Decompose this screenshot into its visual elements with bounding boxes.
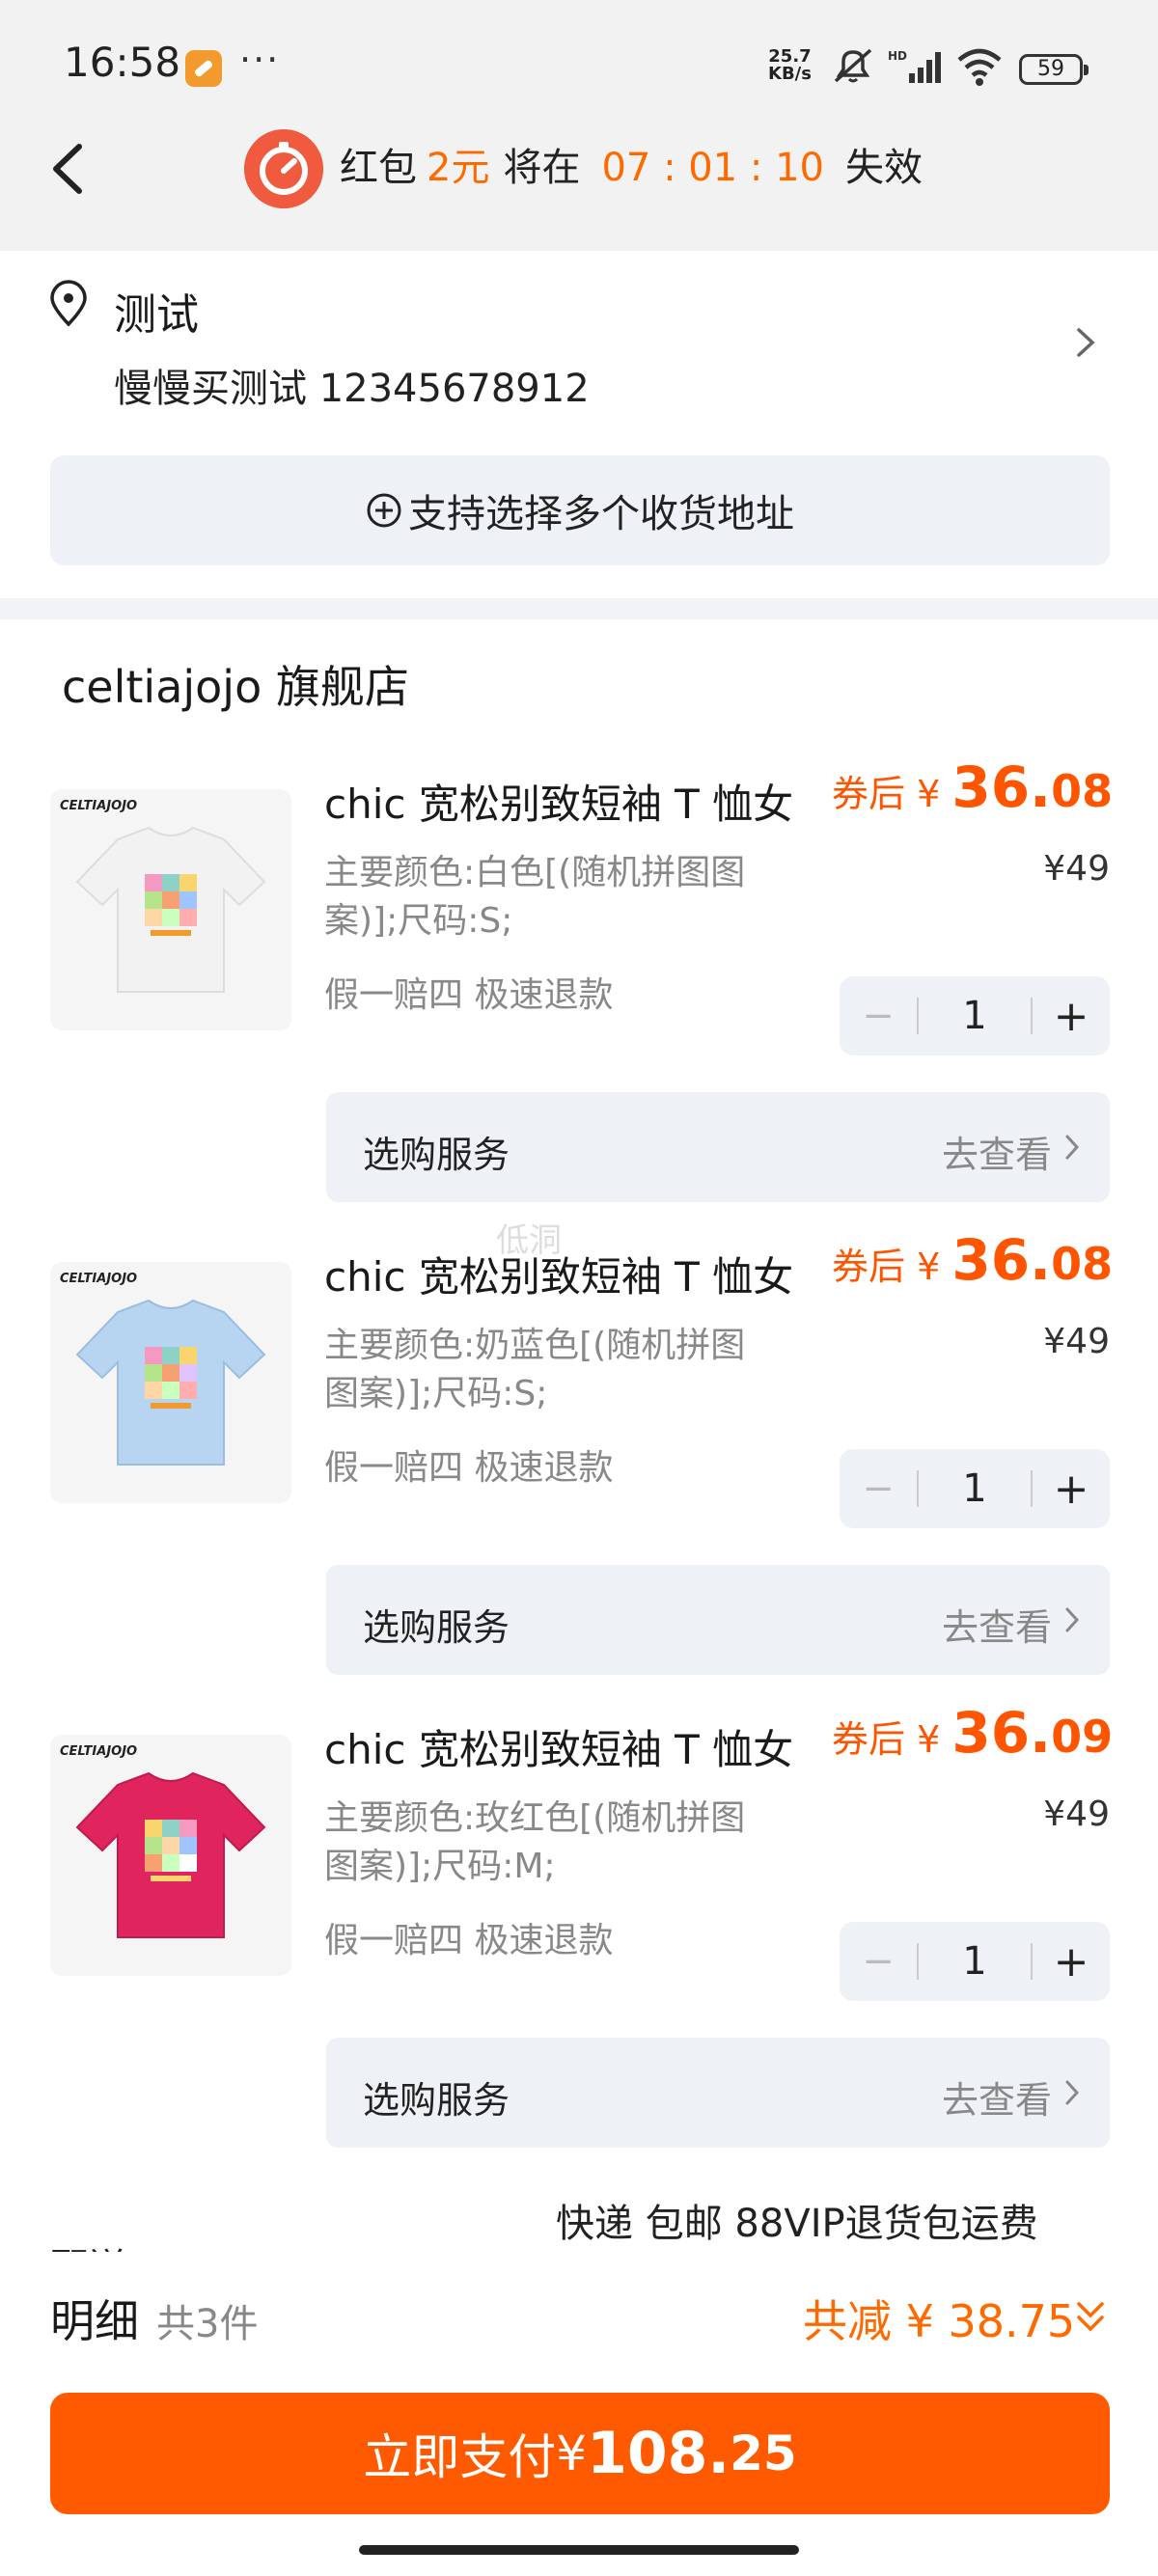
pay-now-button[interactable]: 立即支付 ¥ 108. 25 (50, 2393, 1110, 2514)
notification-app-icon (185, 50, 222, 87)
shipping-info[interactable]: 快递 包邮 88VIP退货包运费 (556, 2192, 1038, 2248)
decrease-button[interactable]: − (840, 994, 917, 1038)
wifi-icon (957, 48, 1002, 86)
product-tags: 假一赔四 极速退款 (324, 1448, 614, 1488)
status-more-dots: ··· (239, 39, 281, 81)
service-row[interactable]: 选购服务 去查看 (326, 1092, 1110, 1202)
original-price: ¥49 (1043, 849, 1110, 889)
location-pin-icon (50, 280, 87, 327)
service-label: 选购服务 (363, 2079, 510, 2122)
home-indicator[interactable] (359, 2545, 799, 2555)
service-label: 选购服务 (363, 1134, 510, 1176)
product-tags: 假一赔四 极速退款 (324, 975, 614, 1015)
service-label: 选购服务 (363, 1606, 510, 1649)
signal-icon: HD (888, 49, 941, 83)
increase-button[interactable]: + (1033, 1465, 1110, 1514)
total-saving[interactable]: 共减 ¥ 38.75 (803, 2287, 1075, 2350)
double-chevron-down-icon[interactable] (1071, 2296, 1110, 2339)
tshirt-image (75, 1299, 266, 1466)
increase-button[interactable]: + (1033, 1937, 1110, 1987)
address-contact: 慢慢买测试 12345678912 (114, 367, 590, 411)
product-spec[interactable]: 主要颜色:奶蓝色[(随机拼图 图案)];尺码:S; (324, 1322, 778, 1418)
quantity-value[interactable]: 1 (919, 994, 1031, 1038)
svg-text:HD: HD (888, 49, 907, 63)
shop-name[interactable]: celtiajojo 旗舰店 (62, 652, 409, 716)
chevron-right-icon (1065, 1135, 1080, 1160)
pay-label: 立即支付 (363, 2429, 557, 2485)
quantity-stepper: − 1 + (840, 976, 1110, 1055)
tshirt-image (75, 826, 266, 993)
quantity-stepper: − 1 + (840, 1449, 1110, 1528)
multi-address-button[interactable]: 支持选择多个收货地址 (50, 455, 1110, 565)
product-title[interactable]: chic 宽松别致短袖 T 恤女 (324, 772, 793, 831)
chevron-right-icon[interactable] (1071, 322, 1100, 363)
decrease-button[interactable]: − (840, 1939, 917, 1984)
service-link[interactable]: 去查看 (942, 1598, 1052, 1651)
pay-amount: 108. (587, 2420, 731, 2487)
tshirt-image (75, 1771, 266, 1938)
product-price: 券后 ¥ 36.09 (832, 1700, 1114, 1766)
service-row[interactable]: 选购服务 去查看 (326, 1565, 1110, 1675)
address-name: 测试 (114, 290, 199, 340)
red-packet-timer-icon (244, 129, 323, 208)
network-speed: 25.7 KB/s (768, 46, 812, 84)
pay-currency: ¥ (556, 2425, 588, 2481)
brand-logo-text: CELTIAJOJO (60, 799, 138, 813)
countdown-time: 07 : 01 : 10 (601, 146, 824, 190)
mute-icon (834, 48, 872, 83)
multi-address-label: 支持选择多个收货地址 (408, 492, 794, 536)
service-row[interactable]: 选购服务 去查看 (326, 2038, 1110, 2148)
chevron-right-icon (1065, 1607, 1080, 1632)
product-title[interactable]: chic 宽松别致短袖 T 恤女 (324, 1245, 793, 1303)
product-spec[interactable]: 主要颜色:玫红色[(随机拼图 图案)];尺码:M; (324, 1795, 778, 1891)
chevron-right-icon (1065, 2080, 1080, 2105)
top-header (0, 0, 1158, 251)
service-link[interactable]: 去查看 (942, 2070, 1052, 2124)
plus-circle-icon (367, 493, 401, 528)
pay-amount-decimal: 25 (730, 2425, 797, 2481)
product-tags: 假一赔四 极速退款 (324, 1921, 614, 1960)
section-divider (0, 598, 1158, 619)
product-spec[interactable]: 主要颜色:白色[(随机拼图图 案)];尺码:S; (324, 849, 778, 945)
product-price: 券后 ¥ 36.08 (832, 754, 1114, 820)
detail-label[interactable]: 明细 (50, 2287, 139, 2350)
original-price: ¥49 (1043, 1795, 1110, 1834)
brand-logo-text: CELTIAJOJO (60, 1744, 138, 1759)
increase-button[interactable]: + (1033, 992, 1110, 1041)
product-thumbnail[interactable]: CELTIAJOJO (50, 1262, 291, 1503)
original-price: ¥49 (1043, 1322, 1110, 1361)
quantity-value[interactable]: 1 (919, 1939, 1031, 1984)
delivery-label: 配送 (50, 2236, 127, 2252)
battery-icon: 59 (1019, 54, 1089, 85)
status-time: 16:58 (64, 39, 181, 86)
red-packet-countdown: 红包 2元 将在 07 : 01 : 10 失效 (340, 143, 923, 201)
brand-logo-text: CELTIAJOJO (60, 1272, 138, 1286)
quantity-value[interactable]: 1 (919, 1466, 1031, 1511)
item-count: 共3件 (156, 2302, 259, 2346)
product-price: 券后 ¥ 36.08 (832, 1227, 1114, 1293)
quantity-stepper: − 1 + (840, 1922, 1110, 2001)
product-thumbnail[interactable]: CELTIAJOJO (50, 789, 291, 1030)
product-thumbnail[interactable]: CELTIAJOJO (50, 1735, 291, 1976)
decrease-button[interactable]: − (840, 1466, 917, 1511)
back-arrow-icon[interactable] (39, 135, 96, 203)
product-title[interactable]: chic 宽松别致短袖 T 恤女 (324, 1717, 793, 1776)
service-link[interactable]: 去查看 (942, 1125, 1052, 1178)
